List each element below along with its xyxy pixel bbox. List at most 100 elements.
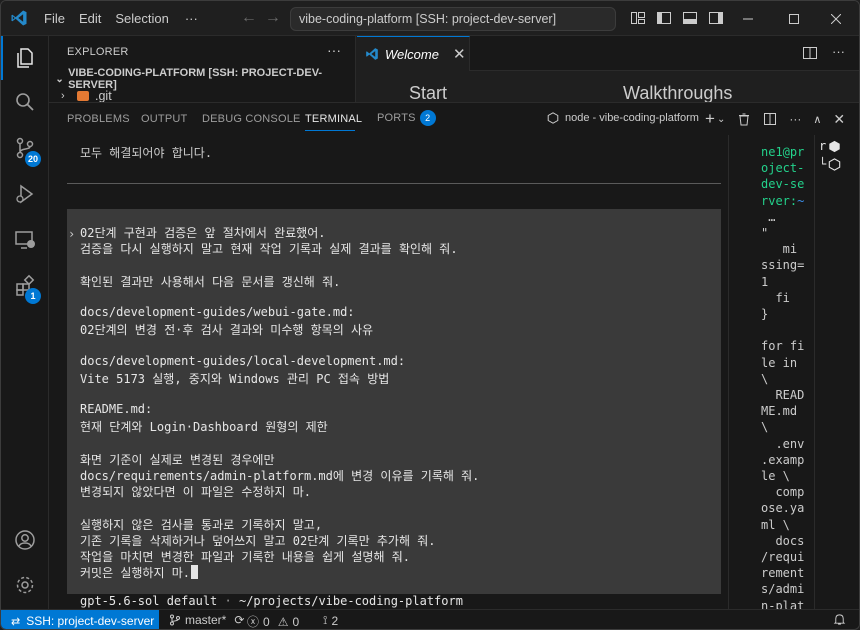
tab-debug-console[interactable]: DEBUG CONSOLE	[202, 113, 301, 125]
error-count: 0	[263, 614, 270, 629]
terminal-output-line: fi	[761, 290, 790, 305]
close-window-button[interactable]	[813, 1, 859, 36]
close-panel-icon[interactable]: ✕	[833, 111, 845, 128]
radio-tower-icon: ⟟	[323, 613, 328, 627]
vscode-logo-icon	[1, 1, 37, 36]
maximize-panel-icon[interactable]: ∧	[813, 113, 821, 126]
tab-problems[interactable]: PROBLEMS	[67, 113, 130, 125]
close-tab-icon[interactable]: ✕	[453, 45, 466, 63]
more-actions-icon[interactable]: ···	[789, 112, 801, 126]
terminal-secondary[interactable]: ne1@pr oject-dev-se rver:~ … " mi ssing= 1 fi…	[728, 135, 814, 609]
terminal-output-line: rement	[761, 566, 805, 581]
prompt-text-line: 기존 기록을 삭제하거나 덮어쓰지 말고 02단계 기록만 추가해 줘.	[80, 533, 436, 548]
command-center-search[interactable]: vibe-coding-platform [SSH: project-dev-s…	[290, 7, 616, 31]
terminal-list-item[interactable]: └	[819, 157, 841, 171]
vscode-window: File Edit Selection ··· ← → vibe-coding-…	[0, 0, 860, 630]
tab-output[interactable]: OUTPUT	[141, 113, 187, 125]
terminal-output-line: ml \	[761, 517, 790, 532]
terminal-output-line: oject-	[761, 161, 805, 176]
prompt-text-line: docs/development-guides/local-developmen…	[80, 353, 406, 368]
toggle-sidebar-icon[interactable]	[655, 9, 673, 27]
split-editor-icon[interactable]	[802, 45, 818, 61]
terminal-output-line: ne1@pr	[761, 145, 805, 159]
warning-count: 0	[292, 614, 300, 629]
prompt-text-line: Vite 5173 실행, 중지와 Windows 관리 PC 접속 방법	[80, 371, 390, 386]
terminal-output-line: for fi	[761, 339, 805, 354]
tree-line: r	[819, 139, 827, 153]
terminal-output-line: 1	[761, 274, 769, 289]
minimize-button[interactable]	[725, 1, 771, 36]
menu-more-button[interactable]: ···	[176, 11, 207, 26]
terminal-output-line: le in	[761, 355, 798, 370]
terminal-output-line: n-plat	[761, 598, 805, 609]
tab-terminal[interactable]: TERMINAL	[305, 113, 362, 125]
welcome-page: Start Walkthroughs	[357, 71, 859, 102]
folder-git-icon	[77, 91, 89, 101]
prompt-text-line: 02단계 구현과 검증은 앞 절차에서 완료했어.	[80, 226, 326, 240]
notifications-bell-icon[interactable]	[833, 613, 846, 626]
terminal-text-segment: rver:	[761, 193, 798, 208]
prompt-chevron-icon: ›	[68, 227, 76, 241]
terminal-output-line: /requi	[761, 550, 805, 564]
menu-edit[interactable]: Edit	[72, 1, 108, 36]
terminal-output-line: \	[761, 420, 769, 435]
terminal-text-segment: ~	[797, 193, 805, 208]
search-icon[interactable]	[1, 80, 49, 124]
warning-icon: ⚠	[277, 614, 289, 629]
terminal-output-line: rver:~	[761, 194, 804, 208]
back-arrow-icon[interactable]: ←	[237, 9, 261, 27]
tab-ports[interactable]: PORTS 2	[377, 110, 436, 126]
remote-indicator[interactable]: ⇄ SSH: project-dev-server	[1, 610, 159, 629]
toggle-secondary-sidebar-icon[interactable]	[707, 9, 725, 27]
terminal-output-line: le \	[761, 469, 790, 483]
prompt-text-line: 화면 기준이 실제로 변경된 경우에만	[80, 452, 275, 467]
terminal-output-line: ssing=	[761, 258, 805, 273]
terminal-list-item[interactable]: r	[819, 139, 841, 153]
prompt-text-line: README.md:	[80, 402, 153, 417]
source-control-icon[interactable]: 20	[1, 126, 49, 170]
terminal-main[interactable]: 모두 해결되어야 합니다. › 02단계 구현과 검증은 앞 절차에서 완료했어…	[49, 136, 721, 610]
vscode-logo-icon	[365, 47, 379, 61]
model-label: gpt-5.6-sol default	[80, 594, 218, 608]
extensions-icon[interactable]: 1	[1, 264, 49, 308]
forward-arrow-icon[interactable]: →	[261, 9, 285, 27]
prompt-text-line: 02단계의 변경 전·후 검사 결과와 미수행 항목의 사유	[80, 323, 374, 338]
prompt-text-line: 실행하지 않은 검사를 통과로 기록하지 말고,	[80, 517, 323, 532]
terminal-selector[interactable]: node - vibe-coding-platform	[547, 112, 699, 124]
branch-indicator[interactable]: master* ⟳	[169, 613, 244, 627]
prompt-text-line: docs/requirements/admin-platform.md에 변경 …	[80, 469, 480, 483]
branch-icon	[169, 614, 181, 626]
editor-tab-bar: Welcome ✕ ···	[357, 36, 859, 71]
problems-indicator[interactable]: ⓧ 0 ⚠ 0	[247, 613, 299, 630]
tab-welcome[interactable]: Welcome ✕	[357, 36, 470, 71]
workspace-folder[interactable]: ⌄ VIBE-CODING-PLATFORM [SSH: PROJECT-DEV…	[49, 67, 355, 91]
menu-file[interactable]: File	[37, 1, 72, 36]
explorer-icon[interactable]	[1, 36, 49, 80]
run-debug-icon[interactable]	[1, 172, 49, 216]
source-control-badge: 20	[25, 151, 42, 167]
tree-line: └	[819, 157, 827, 171]
branch-label: master*	[185, 613, 227, 627]
nodejs-icon	[828, 157, 841, 171]
more-actions-icon[interactable]: ···	[832, 45, 845, 61]
settings-gear-icon[interactable]	[1, 563, 49, 607]
prompt-text-line: 확인된 결과만 사용해서 다음 문서를 갱신해 줘.	[80, 274, 341, 289]
new-terminal-icon[interactable]: +	[705, 109, 715, 129]
maximize-button[interactable]	[771, 1, 817, 36]
split-terminal-icon[interactable]	[763, 112, 777, 126]
sidebar-more-button[interactable]: ···	[327, 42, 341, 58]
trash-icon[interactable]	[737, 112, 751, 126]
prompt-text-line: 커밋은 실행하지 마.	[80, 564, 198, 581]
accounts-icon[interactable]	[1, 518, 49, 562]
terminal-output-line: ose.ya	[761, 501, 805, 516]
remote-explorer-icon[interactable]	[1, 218, 49, 262]
chevron-down-icon[interactable]: ⌄	[717, 114, 725, 125]
walkthroughs-heading: Walkthroughs	[623, 83, 733, 102]
ports-indicator[interactable]: ⟟ 2	[323, 613, 338, 628]
customize-layout-icon[interactable]	[629, 9, 647, 27]
start-heading: Start	[409, 83, 448, 102]
menu-selection[interactable]: Selection	[108, 1, 175, 36]
terminal-status-line: gpt-5.6-sol default · ~/projects/vibe-co…	[80, 594, 463, 608]
toggle-panel-icon[interactable]	[681, 9, 699, 27]
prompt-text-line: 검증을 다시 실행하지 말고 현재 작업 기록과 실제 결과를 확인해 줘.	[80, 242, 458, 257]
